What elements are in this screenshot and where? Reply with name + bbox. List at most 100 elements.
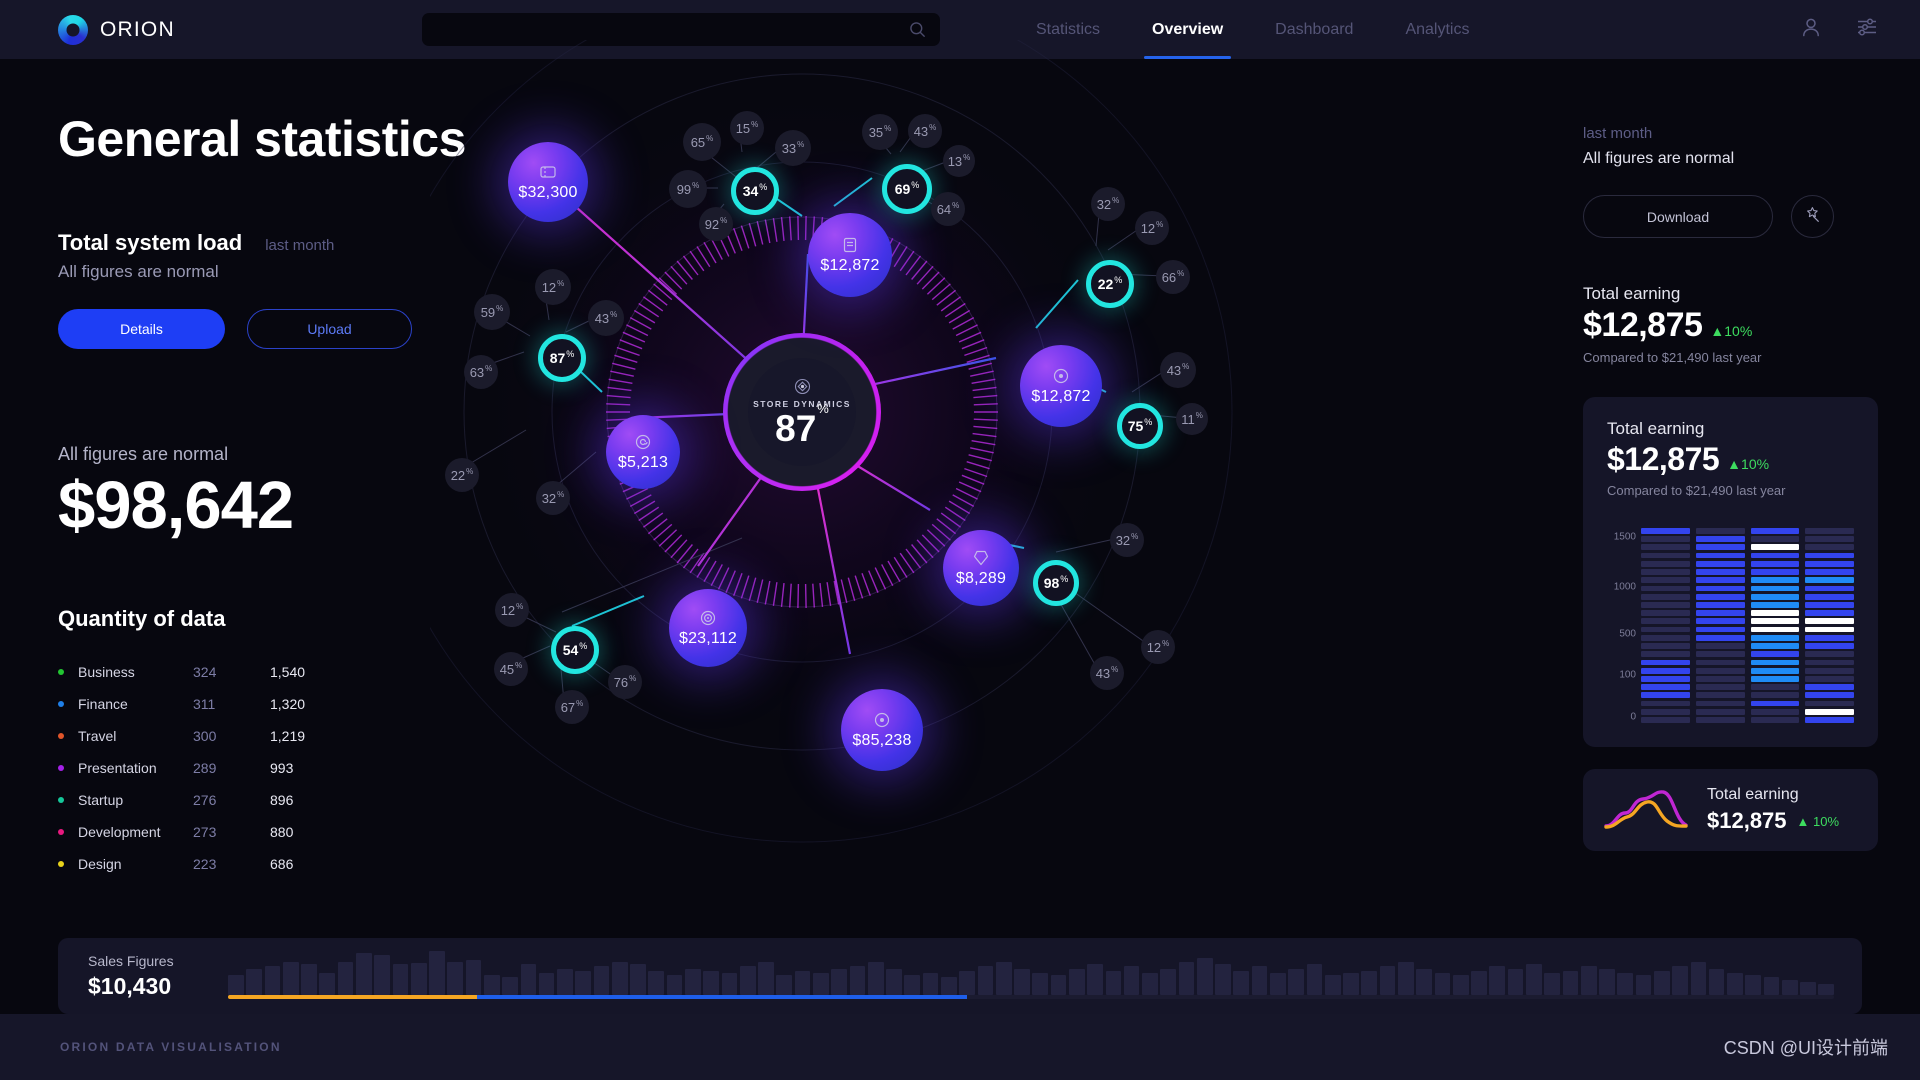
- percent-node-value: 54: [563, 642, 579, 658]
- category-name: Design: [78, 856, 193, 872]
- money-node[interactable]: $23,112: [669, 589, 747, 667]
- metric-node[interactable]: 67%: [555, 690, 589, 724]
- metric-node[interactable]: 92%: [699, 207, 733, 241]
- sales-progress-segment: [228, 995, 477, 999]
- metric-node[interactable]: 13%: [943, 145, 975, 177]
- sales-bar: [1782, 980, 1798, 995]
- sliders-settings-icon[interactable]: [1856, 16, 1878, 43]
- metric-node-value: 92: [705, 217, 719, 232]
- system-load-period: last month: [265, 237, 334, 254]
- user-account-icon[interactable]: [1800, 16, 1822, 43]
- money-node[interactable]: $85,238: [841, 689, 923, 771]
- magic-wand-icon-button[interactable]: [1791, 195, 1834, 238]
- sales-bar: [959, 971, 975, 995]
- hub-center[interactable]: STORE DYNAMICS 87%: [748, 358, 856, 466]
- percent-node[interactable]: 87%: [538, 334, 586, 382]
- metric-node[interactable]: 43%: [908, 114, 942, 148]
- sales-figures-value: $10,430: [88, 973, 228, 1000]
- sales-bar: [758, 962, 774, 995]
- money-node[interactable]: $12,872: [808, 213, 892, 297]
- sales-bar: [1489, 966, 1505, 995]
- metric-node[interactable]: 32%: [1110, 523, 1144, 557]
- quantity-row[interactable]: Presentation289993: [58, 752, 478, 784]
- sales-progress-track[interactable]: [228, 995, 1834, 999]
- sales-bar: [319, 973, 335, 995]
- matrix-cell: [1751, 676, 1800, 682]
- metric-node[interactable]: 76%: [608, 665, 642, 699]
- metric-node[interactable]: 64%: [931, 192, 965, 226]
- matrix-cell: [1641, 627, 1690, 633]
- metric-node[interactable]: 99%: [669, 170, 707, 208]
- metric-node[interactable]: 43%: [1160, 352, 1196, 388]
- metric-node[interactable]: 12%: [495, 593, 529, 627]
- sales-bar: [1471, 971, 1487, 995]
- metric-node[interactable]: 59%: [474, 294, 510, 330]
- matrix-cell: [1696, 651, 1745, 657]
- metric-node[interactable]: 11%: [1176, 403, 1208, 435]
- money-node[interactable]: $8,289: [943, 530, 1019, 606]
- sales-bar: [1252, 966, 1268, 995]
- percent-node[interactable]: 69%: [882, 164, 932, 214]
- metric-node[interactable]: 33%: [775, 130, 811, 166]
- sales-bar: [1709, 969, 1725, 995]
- money-node[interactable]: $5,213: [606, 415, 680, 489]
- category-total: 1,219: [270, 728, 305, 744]
- metric-node[interactable]: 43%: [588, 300, 624, 336]
- sales-bar: [1526, 964, 1542, 995]
- category-total: 686: [270, 856, 293, 872]
- upload-button[interactable]: Upload: [247, 309, 412, 349]
- quantity-row[interactable]: Development273880: [58, 816, 478, 848]
- metric-node[interactable]: 63%: [464, 355, 498, 389]
- money-node[interactable]: $32,300: [508, 142, 588, 222]
- search-icon[interactable]: [909, 21, 926, 38]
- quantity-row[interactable]: Design223686: [58, 848, 478, 880]
- matrix-cell: [1641, 717, 1690, 723]
- matrix-cell: [1751, 610, 1800, 616]
- category-count: 273: [193, 824, 270, 840]
- metric-node[interactable]: 12%: [1141, 630, 1175, 664]
- details-button[interactable]: Details: [58, 309, 225, 349]
- matrix-cell: [1751, 668, 1800, 674]
- at-icon: [634, 433, 652, 451]
- sales-figures-chart[interactable]: [228, 949, 1834, 1003]
- matrix-cell: [1641, 618, 1690, 624]
- earning-mini-title: Total earning: [1707, 786, 1839, 804]
- quantity-row[interactable]: Business3241,540: [58, 656, 478, 688]
- metric-node[interactable]: 22%: [445, 458, 479, 492]
- metric-node[interactable]: 12%: [535, 269, 571, 305]
- matrix-cell: [1805, 635, 1854, 641]
- right-earning-amount: $12,875: [1583, 306, 1702, 345]
- matrix-cell: [1696, 553, 1745, 559]
- matrix-cell: [1805, 544, 1854, 550]
- metric-node-value: 32: [1116, 533, 1130, 548]
- quantity-row[interactable]: Finance3111,320: [58, 688, 478, 720]
- money-node[interactable]: $12,872: [1020, 345, 1102, 427]
- quantity-row[interactable]: Startup276896: [58, 784, 478, 816]
- category-total: 896: [270, 792, 293, 808]
- matrix-cell: [1641, 536, 1690, 542]
- download-button[interactable]: Download: [1583, 195, 1773, 238]
- metric-node[interactable]: 15%: [730, 111, 764, 145]
- percent-node[interactable]: 98%: [1033, 560, 1079, 606]
- quantity-row[interactable]: Travel3001,219: [58, 720, 478, 752]
- money-node-value: $85,238: [852, 732, 911, 750]
- metric-node[interactable]: 12%: [1135, 211, 1169, 245]
- logo[interactable]: ORION: [58, 15, 175, 45]
- matrix-cell: [1641, 561, 1690, 567]
- sales-bar: [557, 969, 573, 995]
- earning-mini-card[interactable]: Total earning $12,875 ▲ 10%: [1583, 769, 1878, 851]
- percent-node[interactable]: 75%: [1117, 403, 1163, 449]
- percent-node[interactable]: 34%: [731, 167, 779, 215]
- metric-node[interactable]: 32%: [1091, 187, 1125, 221]
- metric-node[interactable]: 45%: [494, 652, 528, 686]
- metric-node[interactable]: 65%: [683, 123, 721, 161]
- metric-node[interactable]: 66%: [1156, 260, 1190, 294]
- percent-node[interactable]: 22%: [1086, 260, 1134, 308]
- metric-node[interactable]: 43%: [1090, 656, 1124, 690]
- header-actions: [1800, 0, 1878, 59]
- metric-node[interactable]: 32%: [536, 481, 570, 515]
- metric-node[interactable]: 35%: [862, 114, 898, 150]
- percent-node[interactable]: 54%: [551, 626, 599, 674]
- sales-figures-label: Sales Figures: [88, 953, 228, 969]
- sales-bar: [1325, 975, 1341, 995]
